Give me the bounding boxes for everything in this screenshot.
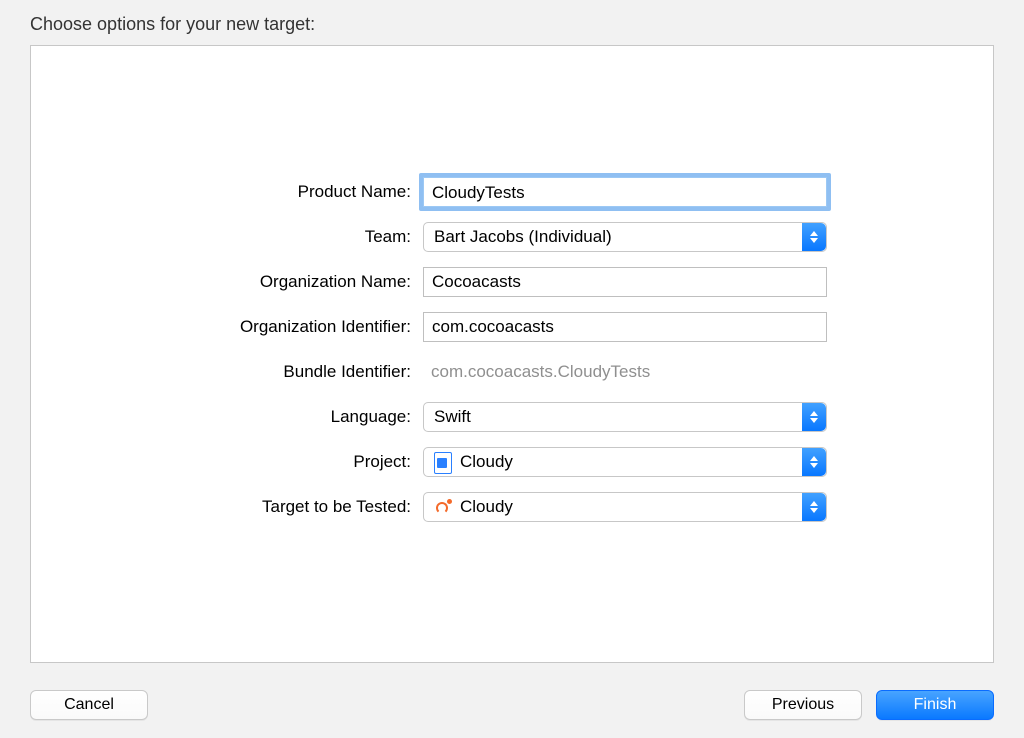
dialog-footer: Cancel Previous Finish [30,690,994,720]
org-name-label: Organization Name: [31,272,423,292]
language-select[interactable]: Swift [423,402,827,432]
updown-icon [802,448,826,476]
team-select-value: Bart Jacobs (Individual) [424,227,612,247]
org-name-input[interactable] [423,267,827,297]
team-select[interactable]: Bart Jacobs (Individual) [423,222,827,252]
bundle-identifier-value: com.cocoacasts.CloudyTests [423,357,827,387]
xcodeproj-icon [434,452,452,472]
project-label: Project: [31,452,423,472]
org-identifier-input[interactable] [423,312,827,342]
team-label: Team: [31,227,423,247]
target-tested-label: Target to be Tested: [31,497,423,517]
app-target-icon [434,498,452,516]
project-select-value: Cloudy [460,452,513,472]
previous-button[interactable]: Previous [744,690,862,720]
cancel-button[interactable]: Cancel [30,690,148,720]
page-title: Choose options for your new target: [0,0,1024,45]
updown-icon [802,493,826,521]
bundle-identifier-label: Bundle Identifier: [31,362,423,382]
product-name-field-wrap [423,177,827,207]
language-select-value: Swift [424,407,471,427]
target-tested-select[interactable]: Cloudy [423,492,827,522]
product-name-label: Product Name: [31,182,423,202]
product-name-input[interactable] [423,177,827,207]
language-label: Language: [31,407,423,427]
project-select[interactable]: Cloudy [423,447,827,477]
finish-button[interactable]: Finish [876,690,994,720]
options-panel: Product Name: Team: Bart Jacobs (Individ… [30,45,994,663]
updown-icon [802,403,826,431]
org-identifier-label: Organization Identifier: [31,317,423,337]
target-tested-select-value: Cloudy [460,497,513,517]
target-options-form: Product Name: Team: Bart Jacobs (Individ… [31,176,993,536]
updown-icon [802,223,826,251]
